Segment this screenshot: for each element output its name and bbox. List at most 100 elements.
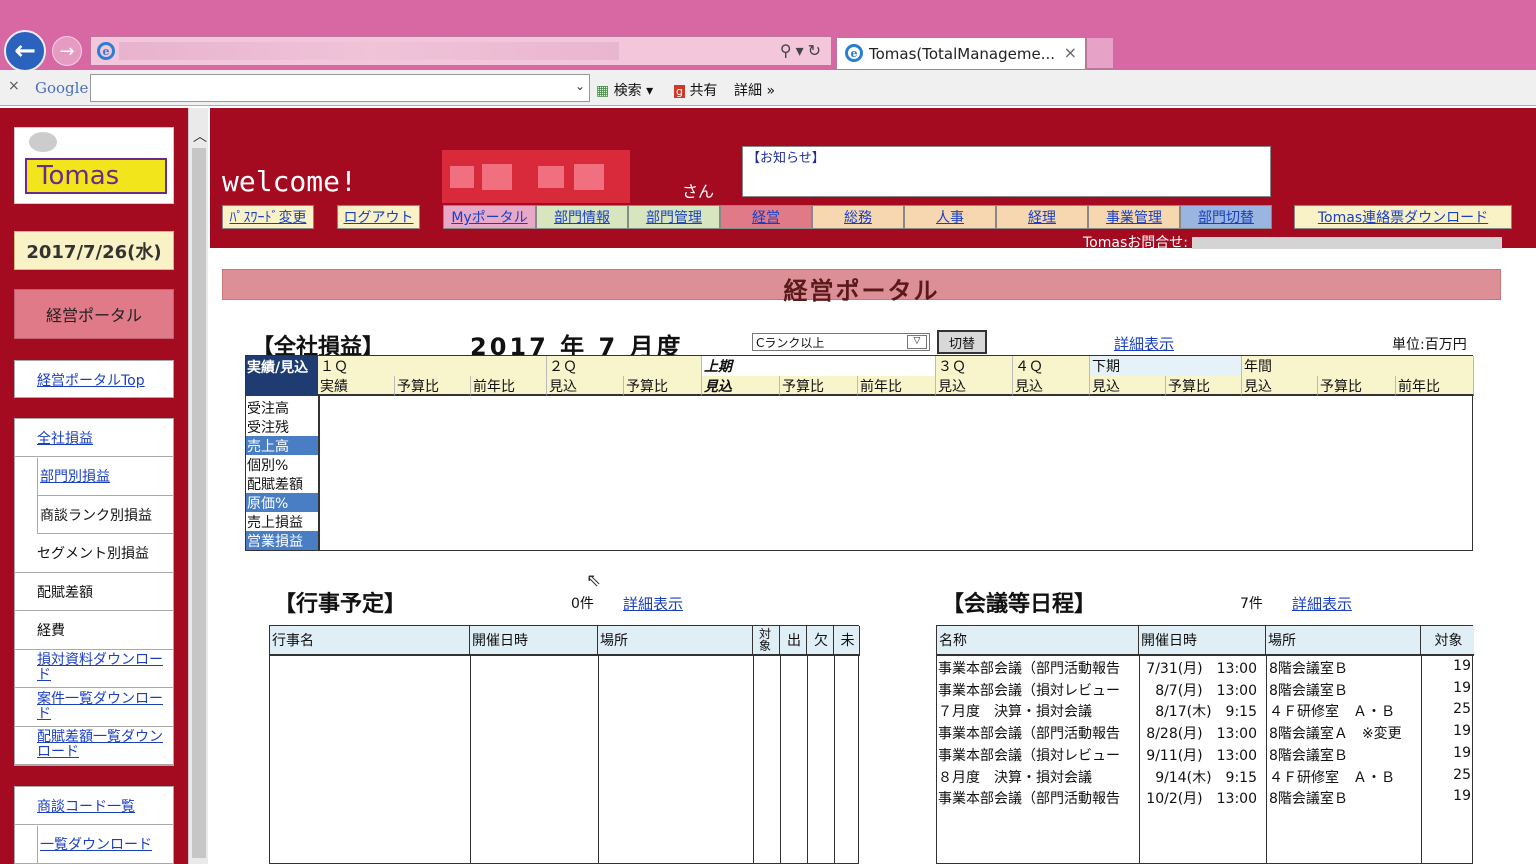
google-search-input[interactable]: ⌄ — [90, 74, 590, 102]
meeting-cell: 8/7(月) 13:00 — [1155, 682, 1257, 699]
detail-button[interactable]: 詳細 » — [734, 80, 775, 100]
events-table: 行事名 開催日時 場所 対象出欠未 — [269, 625, 860, 864]
table-row[interactable]: ７月度 決算・損対会議 8/17(木) 9:15 ４Ｆ研修室 Ａ・Ｂ 25 — [937, 699, 1474, 721]
meeting-cell: 19 — [1453, 744, 1471, 761]
meetings-detail-link[interactable]: 詳細表示 — [1292, 593, 1352, 614]
col-divider — [834, 656, 835, 863]
sidebar-item-label: 部門別損益 — [40, 469, 110, 485]
tab-title: Tomas(TotalManageme... — [869, 45, 1056, 63]
meeting-cell: 9/11(月) 13:00 — [1146, 747, 1257, 764]
share-button[interactable]: g 共有 — [674, 80, 717, 100]
sidebar-item[interactable]: 部門別損益 — [37, 457, 173, 496]
events-detail-link[interactable]: 詳細表示 — [623, 593, 683, 614]
switch-button[interactable]: 切替 — [937, 330, 987, 354]
browser-tab[interactable]: e Tomas(TotalManageme... × — [836, 37, 1086, 69]
nav-button[interactable]: 部門切替 — [1180, 205, 1272, 229]
sidebar-item[interactable]: 損対資料ダウンロード — [15, 650, 173, 688]
nav-button[interactable]: Tomas連絡票ダウンロード — [1294, 205, 1512, 229]
pl-group-header: ３Ｑ — [936, 356, 1013, 376]
forward-arrow-icon[interactable]: → — [52, 36, 82, 66]
sidebar-item-label: 損対資料ダウンロード — [37, 652, 163, 683]
chevron-down-icon[interactable]: ▽ — [907, 335, 927, 349]
toolbar-close-icon[interactable]: × — [8, 78, 20, 94]
menu-group-code: 商談コード一覧 一覧ダウンロード — [14, 786, 174, 864]
page-title-bar: 経営ポータル — [222, 269, 1501, 305]
meetings-count: 7件 — [1240, 596, 1263, 612]
nav-button[interactable]: ログアウト — [337, 205, 420, 229]
nav-button[interactable]: Myポータル — [443, 205, 536, 229]
meeting-cell: 8階会議室Ａ ※変更 — [1269, 726, 1402, 743]
pl-subcol-header: 予算比 — [624, 376, 702, 396]
unit-label: 単位:百万円 — [1392, 337, 1467, 353]
events-col-header: 対象 — [753, 626, 780, 656]
meeting-cell: 事業本部会議（損対レビュー — [938, 682, 1120, 699]
pl-subcol-header: 見込 — [1090, 376, 1166, 396]
scroll-up-icon[interactable]: ︿ — [193, 126, 207, 146]
meeting-cell: ４Ｆ研修室 Ａ・Ｂ — [1269, 769, 1395, 786]
table-row[interactable]: 事業本部会議（部門活動報告 10/2(月) 13:00 8階会議室Ｂ 19 — [937, 786, 1474, 808]
address-buttons[interactable]: ⚲▾↻ — [780, 41, 825, 60]
page-title: 経営ポータル — [783, 277, 940, 305]
pl-subcol-header: 予算比 — [1166, 376, 1242, 396]
table-row[interactable]: ８月度 決算・損対会議 9/14(木) 9:15 ４Ｆ研修室 Ａ・Ｂ 25 — [937, 765, 1474, 787]
share-icon: g — [674, 85, 685, 98]
rank-select[interactable]: Cランク以上 ▽ — [752, 333, 930, 351]
google-logo: Google — [35, 79, 89, 97]
nav-button[interactable]: ﾊﾟｽﾜｰﾄﾞ変更 — [222, 205, 314, 229]
table-row[interactable]: 事業本部会議（損対レビュー 9/11(月) 13:00 8階会議室Ｂ 19 — [937, 743, 1474, 765]
chevron-down-icon[interactable]: ⌄ — [575, 79, 585, 93]
pl-row-label: 受注高 — [247, 401, 289, 417]
table-row[interactable]: 事業本部会議（損対レビュー 8/7(月) 13:00 8階会議室Ｂ 19 — [937, 678, 1474, 700]
meeting-cell: 19 — [1453, 788, 1471, 805]
meeting-cell: 8/17(木) 9:15 — [1155, 704, 1257, 721]
pl-detail-link[interactable]: 詳細表示 — [1114, 333, 1174, 354]
meeting-cell: 19 — [1453, 658, 1471, 674]
meetings-col-header: 場所 — [1266, 626, 1421, 656]
col-divider — [780, 656, 781, 863]
address-bar[interactable]: e ⚲▾↻ — [90, 36, 832, 66]
sidebar-item-label: 案件一覧ダウンロード — [37, 690, 163, 722]
sidebar-item[interactable]: 案件一覧ダウンロード — [15, 689, 173, 727]
tab-ie-icon: e — [845, 44, 863, 62]
nav-button[interactable]: 人事 — [904, 205, 996, 229]
sidebar-item[interactable]: 全社損益 — [15, 419, 173, 457]
pl-subcol-header: 予算比 — [395, 376, 471, 396]
events-col-header: 開催日時 — [470, 626, 598, 656]
events-col-header: 場所 — [598, 626, 753, 656]
table-row[interactable]: 事業本部会議（部門活動報告 8/28(月) 13:00 8階会議室Ａ ※変更 19 — [937, 721, 1474, 743]
portal-top-link[interactable]: 経営ポータルTop — [15, 361, 173, 399]
google-search-button[interactable]: ▦ 検索 ▾ — [596, 80, 653, 100]
current-date: 2017/7/26(水) — [14, 231, 174, 270]
col-divider — [753, 656, 754, 863]
pl-subcol-header: 予算比 — [1318, 376, 1396, 396]
nav-button[interactable]: 経理 — [996, 205, 1088, 229]
tab-close-icon[interactable]: × — [1064, 43, 1077, 62]
pl-group-header: ４Ｑ — [1013, 356, 1090, 376]
sidebar-item-label: 商談ランク別損益 — [40, 507, 152, 524]
mouse-cursor-icon: ⇖ — [586, 570, 602, 591]
scrollbar[interactable]: ︿ — [188, 108, 208, 864]
pl-subcol-header: 見込 — [547, 376, 624, 396]
sidebar-item[interactable]: 配賦差額一覧ダウンロード — [15, 727, 173, 765]
meeting-cell: 10/2(月) 13:00 — [1146, 791, 1257, 808]
menu-group-pl: 全社損益 部門別損益 商談ランク別損益 セグメント別損益 配賦差額 経費 損対資料ダウンロー… — [14, 418, 174, 766]
scrollbar-thumb[interactable] — [192, 148, 206, 858]
nav-button[interactable]: 経営 — [720, 205, 812, 229]
meeting-cell: 事業本部会議（部門活動報告 — [938, 791, 1120, 808]
nav-button[interactable]: 部門管理 — [628, 205, 720, 229]
portal-label: 経営ポータル — [14, 289, 174, 339]
nav-button[interactable]: 事業管理 — [1088, 205, 1180, 229]
nav-button[interactable]: 部門情報 — [536, 205, 628, 229]
table-row[interactable]: 事業本部会議（部門活動報告 7/31(月) 13:00 8階会議室Ｂ 19 — [937, 656, 1474, 678]
pl-subcol-header: 前年比 — [1396, 376, 1474, 396]
pl-subcol-header: 見込 — [1013, 376, 1090, 396]
nav-button[interactable]: 総務 — [812, 205, 904, 229]
back-arrow-icon[interactable]: ← — [4, 30, 46, 72]
meetings-col-header: 名称 — [937, 626, 1139, 656]
sidebar-item[interactable]: 一覧ダウンロード — [37, 825, 173, 864]
address-text — [119, 42, 619, 60]
new-tab-button[interactable] — [1086, 37, 1114, 69]
sidebar-item[interactable]: 商談コード一覧 — [15, 787, 173, 825]
meeting-cell: 25 — [1453, 701, 1471, 718]
sidebar-item-label: 配賦差額一覧ダウンロード — [37, 729, 163, 760]
